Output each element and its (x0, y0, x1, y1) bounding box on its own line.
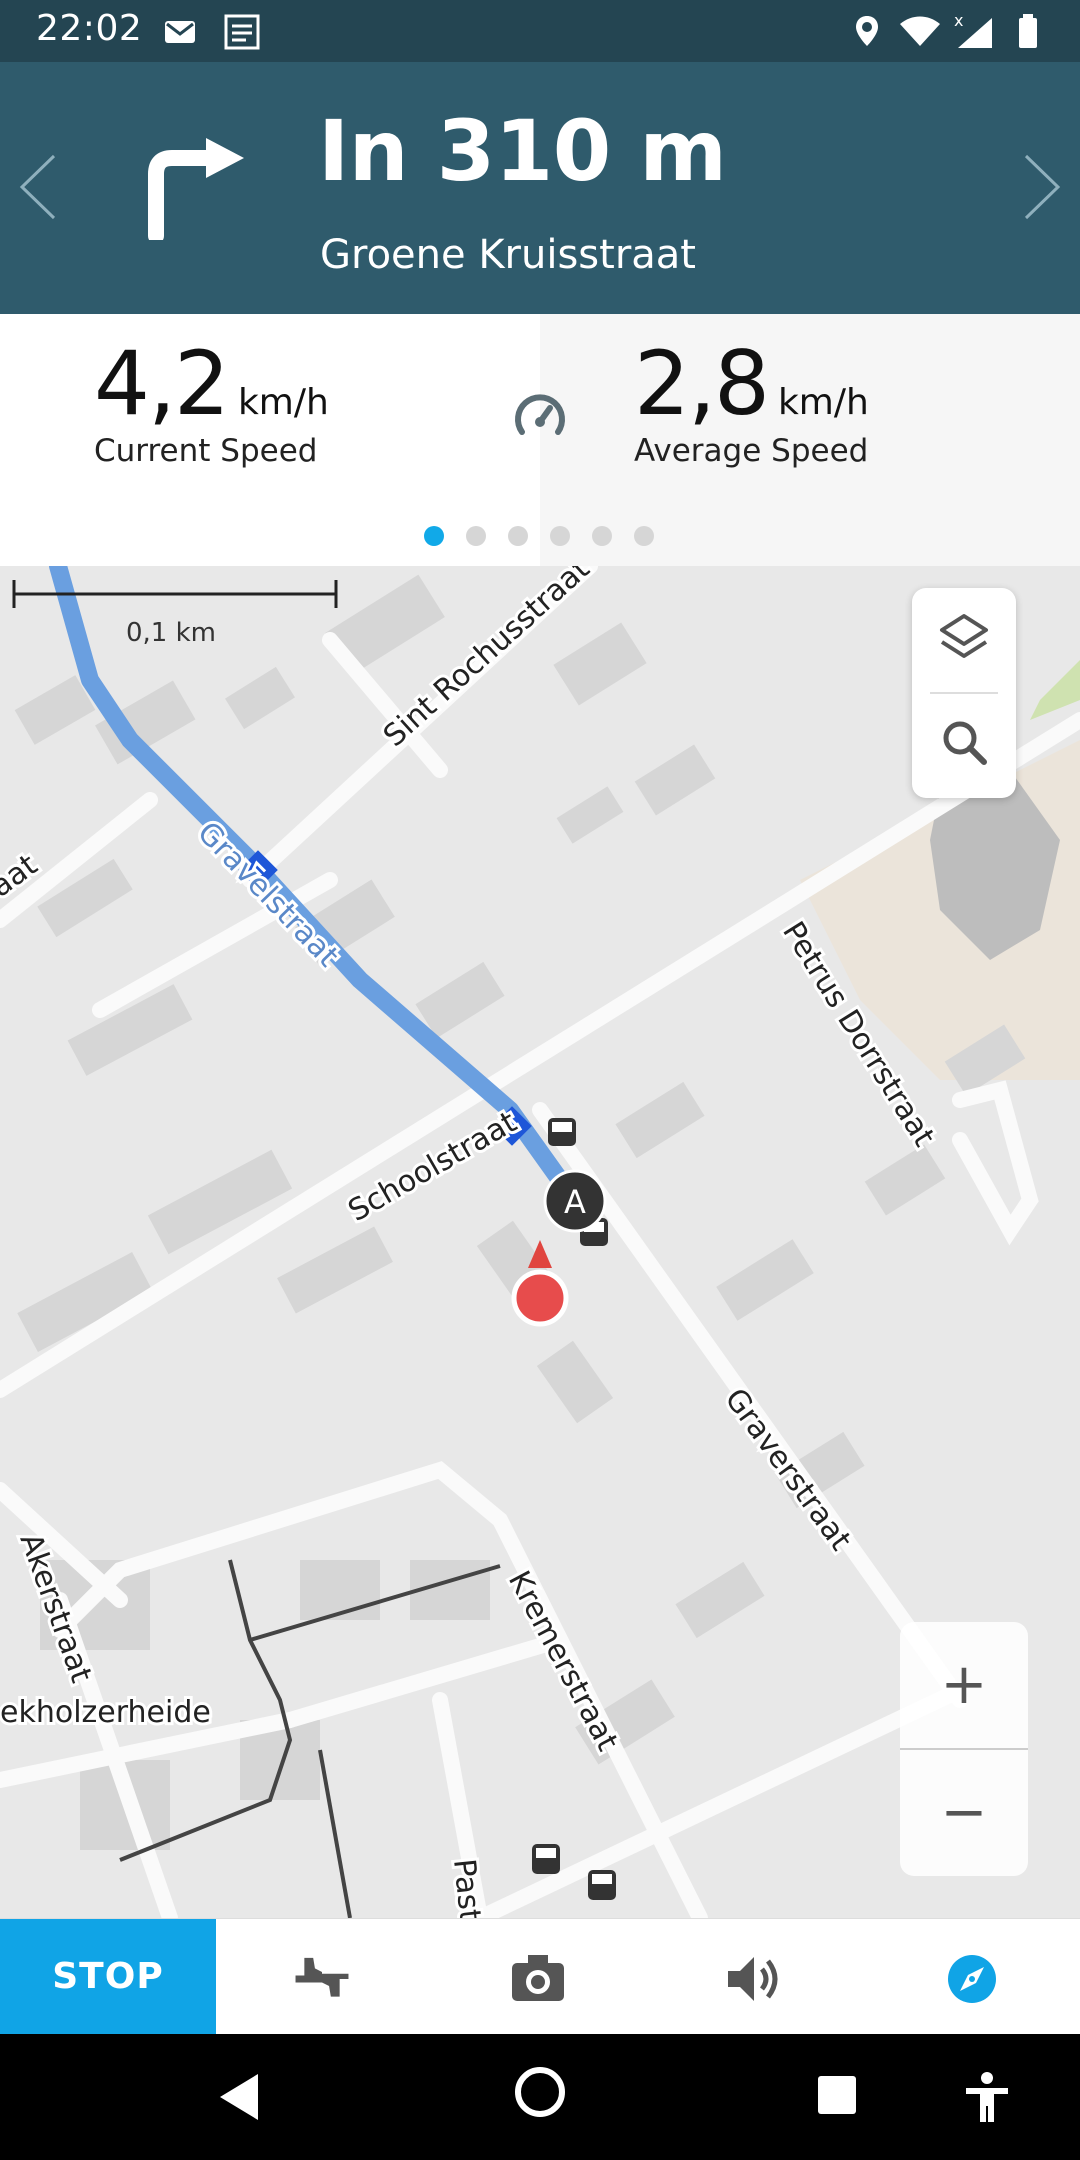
next-instruction-icon[interactable] (1020, 152, 1064, 222)
scale-label: 0,1 km (126, 618, 216, 648)
average-speed-unit: km/h (777, 382, 869, 423)
battery-icon (1019, 14, 1037, 48)
home-icon[interactable] (512, 2064, 568, 2120)
search-icon[interactable] (940, 718, 990, 768)
svg-text:x: x (954, 12, 963, 30)
turn-right-icon (148, 138, 244, 240)
average-speed-label: Average Speed (634, 433, 869, 469)
signal-icon: x (954, 12, 992, 48)
page-dot-6[interactable] (634, 526, 654, 546)
bottom-action-bar: STOP (0, 1918, 1080, 2035)
navigation-header: In 310 m Groene Kruisstraat (0, 62, 1080, 314)
current-speed-label: Current Speed (94, 433, 318, 469)
start-marker[interactable]: A (543, 1169, 607, 1233)
location-icon (856, 16, 878, 46)
wifi-icon (900, 16, 940, 46)
next-street-name: Groene Kruisstraat (320, 232, 696, 278)
camera-icon[interactable] (508, 1949, 568, 2009)
zoom-controls: + − (900, 1622, 1028, 1876)
average-speed-value: 2,8 (634, 332, 770, 435)
map-tools-panel (912, 588, 1016, 798)
system-navigation-bar (0, 2034, 1080, 2160)
thumbs-rating-icon[interactable] (292, 1949, 352, 2009)
street-label-past: Past (446, 1857, 487, 1918)
turn-distance: In 310 m (318, 102, 727, 200)
average-speed-block: 2,8 km/h Average Speed (634, 332, 869, 469)
street-label-ekholzerheide: ekholzerheide (0, 1695, 211, 1730)
status-time: 22:02 (36, 8, 143, 49)
stop-button[interactable]: STOP (0, 1919, 216, 2035)
zoom-out-button[interactable]: − (900, 1750, 1028, 1876)
status-bar: 22:02 x (0, 0, 1080, 62)
current-speed-unit: km/h (237, 382, 329, 423)
start-marker-label: A (564, 1183, 586, 1221)
gmail-icon (165, 21, 195, 43)
previous-instruction-icon[interactable] (16, 152, 60, 222)
accessibility-icon[interactable] (962, 2070, 1012, 2124)
bus-stop-icon[interactable] (532, 1844, 560, 1874)
back-icon[interactable] (214, 2070, 264, 2124)
bus-stop-icon[interactable] (588, 1870, 616, 1900)
page-dot-1[interactable] (424, 526, 444, 546)
page-dot-2[interactable] (466, 526, 486, 546)
news-icon (224, 14, 260, 50)
page-dot-4[interactable] (550, 526, 570, 546)
page-dot-3[interactable] (508, 526, 528, 546)
speedometer-icon (515, 394, 565, 435)
volume-icon[interactable] (722, 1949, 782, 2009)
bus-stop-icon[interactable] (548, 1118, 576, 1146)
page-dot-5[interactable] (592, 526, 612, 546)
page-indicator (0, 526, 1080, 546)
compass-icon[interactable] (942, 1949, 1002, 2009)
zoom-in-button[interactable]: + (900, 1622, 1028, 1748)
layers-icon[interactable] (938, 612, 990, 668)
current-speed-block: 4,2 km/h Current Speed (94, 332, 329, 469)
recents-icon[interactable] (812, 2070, 862, 2120)
current-speed-value: 4,2 (94, 332, 230, 435)
